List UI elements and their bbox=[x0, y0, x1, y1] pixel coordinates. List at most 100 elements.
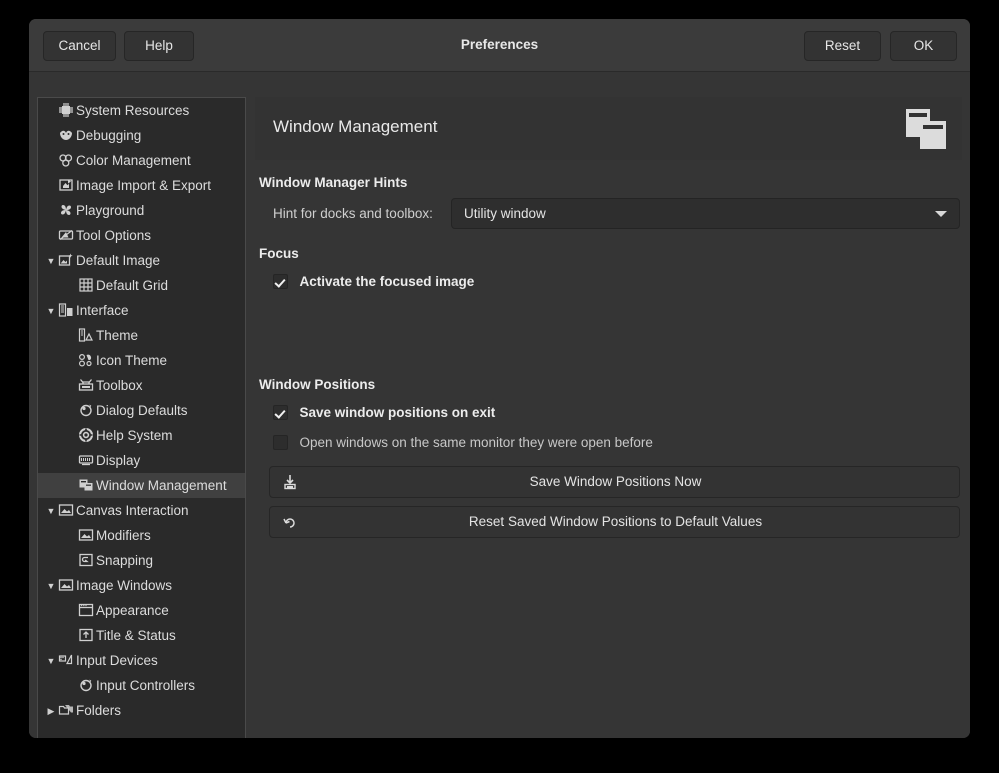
tree-expander-placeholder: ▶ bbox=[64, 374, 78, 399]
activate-focused-image-checkbox[interactable]: Activate the focused image bbox=[273, 273, 474, 293]
checkbox-indicator bbox=[273, 274, 288, 289]
preferences-tree[interactable]: ▶System Resources▶Debugging▶Color Manage… bbox=[37, 97, 246, 738]
sidebar-item-system-resources[interactable]: ▶System Resources bbox=[38, 98, 245, 123]
display-icon bbox=[78, 452, 94, 468]
sidebar-item-window-management[interactable]: ▶Window Management bbox=[38, 473, 245, 498]
sidebar-item-icon-theme[interactable]: ▶Icon Theme bbox=[38, 348, 245, 373]
hint-for-docks-value: Utility window bbox=[464, 199, 546, 229]
sidebar-item-label: Title & Status bbox=[96, 628, 176, 643]
sidebar-item-help-system[interactable]: ▶Help System bbox=[38, 423, 245, 448]
sidebar-item-label: Snapping bbox=[96, 553, 153, 568]
help-system-icon bbox=[78, 427, 94, 443]
sidebar-item-label: Image Import & Export bbox=[76, 178, 211, 193]
sidebar-item-label: Modifiers bbox=[96, 528, 151, 543]
folders-icon bbox=[58, 702, 74, 718]
reset-button[interactable]: Reset bbox=[804, 31, 881, 61]
tool-options-icon bbox=[58, 227, 74, 243]
sidebar-item-label: Input Devices bbox=[76, 653, 158, 668]
toolbox-icon bbox=[78, 377, 94, 393]
input-controllers-icon bbox=[78, 677, 94, 693]
ok-button[interactable]: OK bbox=[890, 31, 957, 61]
sidebar-item-dialog-defaults[interactable]: ▶ Dialog Defaults bbox=[38, 398, 245, 423]
tree-expander-expanded-icon[interactable]: ▼ bbox=[44, 574, 58, 599]
sidebar-item-label: System Resources bbox=[76, 103, 189, 118]
reset-saved-window-positions-button[interactable]: Reset Saved Window Positions to Default … bbox=[269, 506, 960, 538]
checkbox-indicator bbox=[273, 405, 288, 420]
sidebar-item-input-controllers[interactable]: ▶Input Controllers bbox=[38, 673, 245, 698]
sidebar-item-image-windows[interactable]: ▼ Image Windows bbox=[38, 573, 245, 598]
sidebar-item-modifiers[interactable]: ▶Modifiers bbox=[38, 523, 245, 548]
sidebar-item-label: Default Grid bbox=[96, 278, 168, 293]
sidebar-item-label: Tool Options bbox=[76, 228, 151, 243]
sidebar-item-theme[interactable]: ▶ Theme bbox=[38, 323, 245, 348]
sidebar-item-appearance[interactable]: ▶Appearance bbox=[38, 598, 245, 623]
input-devices-icon bbox=[58, 652, 74, 668]
section-label-window-manager-hints: Window Manager Hints bbox=[259, 175, 407, 190]
tree-expander-placeholder: ▶ bbox=[44, 224, 58, 249]
page-title: Window Management bbox=[273, 117, 437, 137]
sidebar-item-label: Interface bbox=[76, 303, 129, 318]
sidebar-item-debugging[interactable]: ▶Debugging bbox=[38, 123, 245, 148]
preferences-window: Preferences Cancel Help Reset OK ▶System… bbox=[29, 19, 970, 738]
chevron-down-icon bbox=[935, 211, 947, 217]
sidebar-item-label: Theme bbox=[96, 328, 138, 343]
canvas-icon bbox=[58, 502, 74, 518]
window-management-icon bbox=[78, 477, 94, 493]
sidebar-item-playground[interactable]: ▶Playground bbox=[38, 198, 245, 223]
page-header: Window Management bbox=[255, 97, 962, 160]
chip-icon bbox=[58, 102, 74, 118]
reset-saved-window-positions-label: Reset Saved Window Positions to Default … bbox=[270, 507, 961, 537]
tree-expander-expanded-icon[interactable]: ▼ bbox=[44, 249, 58, 274]
sidebar-item-color-management[interactable]: ▶ Color Management bbox=[38, 148, 245, 173]
sidebar-item-toolbox[interactable]: ▶Toolbox bbox=[38, 373, 245, 398]
tree-expander-placeholder: ▶ bbox=[64, 324, 78, 349]
import-export-icon bbox=[58, 177, 74, 193]
open-windows-same-monitor-label: Open windows on the same monitor they we… bbox=[299, 435, 652, 450]
theme-icon bbox=[78, 327, 94, 343]
tree-expander-collapsed-icon[interactable]: ▶ bbox=[44, 699, 58, 724]
icon-theme-icon bbox=[78, 352, 94, 368]
tree-expander-placeholder: ▶ bbox=[44, 124, 58, 149]
sidebar-item-label: Playground bbox=[76, 203, 144, 218]
sidebar-item-label: Icon Theme bbox=[96, 353, 167, 368]
sidebar-item-default-grid[interactable]: ▶ Default Grid bbox=[38, 273, 245, 298]
tree-expander-placeholder: ▶ bbox=[44, 149, 58, 174]
sidebar-item-image-import-export[interactable]: ▶Image Import & Export bbox=[38, 173, 245, 198]
sidebar-item-canvas-interaction[interactable]: ▼ Canvas Interaction bbox=[38, 498, 245, 523]
sidebar-item-label: Image Windows bbox=[76, 578, 172, 593]
tree-expander-placeholder: ▶ bbox=[64, 274, 78, 299]
hint-for-docks-combobox[interactable]: Utility window bbox=[451, 198, 960, 229]
sidebar-item-label: Default Image bbox=[76, 253, 160, 268]
sidebar-item-snapping[interactable]: ▶Snapping bbox=[38, 548, 245, 573]
snapping-icon bbox=[78, 552, 94, 568]
tree-expander-expanded-icon[interactable]: ▼ bbox=[44, 299, 58, 324]
sidebar-item-label: Color Management bbox=[76, 153, 191, 168]
activate-focused-image-label: Activate the focused image bbox=[299, 274, 474, 289]
tree-expander-expanded-icon[interactable]: ▼ bbox=[44, 499, 58, 524]
sidebar-item-label: Help System bbox=[96, 428, 173, 443]
save-window-positions-now-button[interactable]: Save Window Positions Now bbox=[269, 466, 960, 498]
sidebar-item-folders[interactable]: ▶ Folders bbox=[38, 698, 245, 723]
dialog-defaults-icon bbox=[78, 402, 94, 418]
tree-expander-expanded-icon[interactable]: ▼ bbox=[44, 649, 58, 674]
sidebar-item-interface[interactable]: ▼ Interface bbox=[38, 298, 245, 323]
title-status-icon bbox=[78, 627, 94, 643]
sidebar-item-label: Folders bbox=[76, 703, 121, 718]
interface-icon bbox=[58, 302, 74, 318]
sidebar-item-default-image[interactable]: ▼ Default Image bbox=[38, 248, 245, 273]
header-bar: Preferences Cancel Help Reset OK bbox=[29, 19, 970, 72]
sidebar-item-label: Display bbox=[96, 453, 140, 468]
sidebar-item-title-status[interactable]: ▶Title & Status bbox=[38, 623, 245, 648]
sidebar-item-label: Appearance bbox=[96, 603, 169, 618]
cancel-button[interactable]: Cancel bbox=[43, 31, 116, 61]
tree-expander-placeholder: ▶ bbox=[64, 399, 78, 424]
sidebar-item-tool-options[interactable]: ▶ Tool Options bbox=[38, 223, 245, 248]
sidebar-item-display[interactable]: ▶Display bbox=[38, 448, 245, 473]
sidebar-item-label: Canvas Interaction bbox=[76, 503, 189, 518]
sidebar-item-input-devices[interactable]: ▼ Input Devices bbox=[38, 648, 245, 673]
sidebar-item-label: Dialog Defaults bbox=[96, 403, 188, 418]
save-window-positions-on-exit-checkbox[interactable]: Save window positions on exit bbox=[273, 404, 495, 424]
help-button[interactable]: Help bbox=[124, 31, 194, 61]
tree-expander-placeholder: ▶ bbox=[64, 474, 78, 499]
open-windows-same-monitor-checkbox[interactable]: Open windows on the same monitor they we… bbox=[273, 434, 653, 454]
